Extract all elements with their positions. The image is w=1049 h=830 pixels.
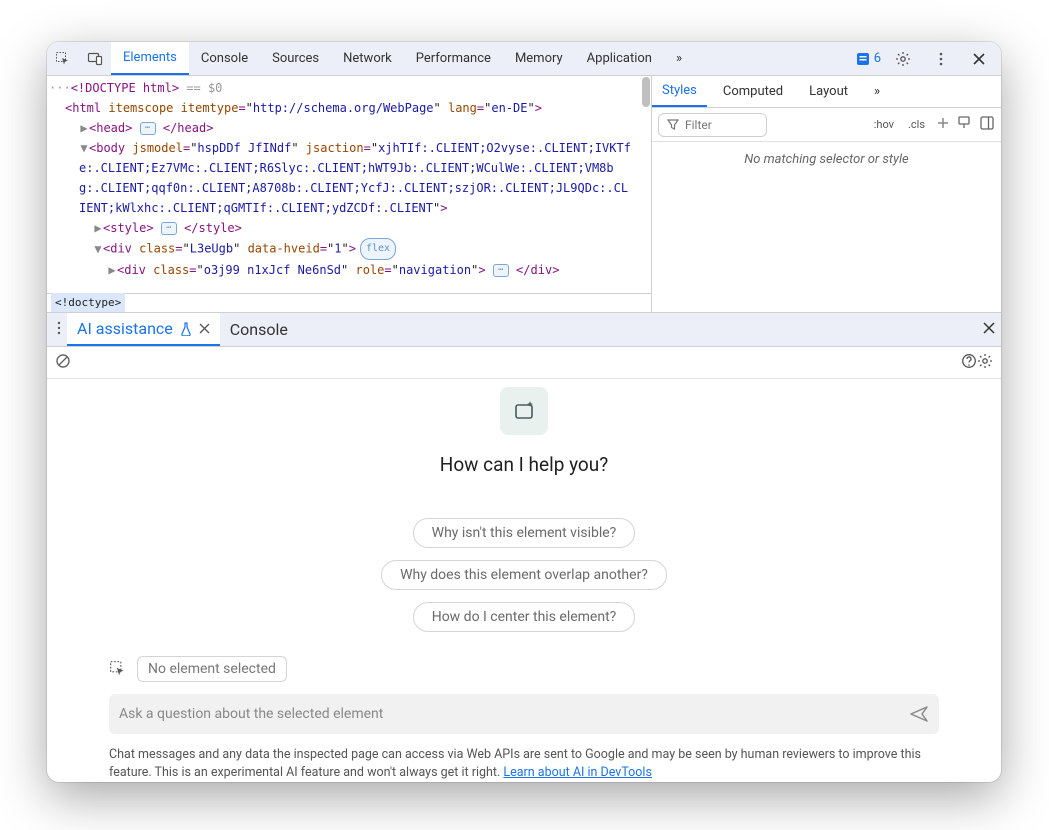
chip-visibility[interactable]: Why isn't this element visible? <box>413 518 636 548</box>
close-tab-icon[interactable] <box>199 323 210 334</box>
sparkle-icon <box>500 387 548 435</box>
ai-headline: How can I help you? <box>440 453 608 476</box>
cls-button[interactable]: .cls <box>904 116 929 133</box>
no-styles-msg: No matching selector or style <box>652 142 1001 177</box>
chip-overlap[interactable]: Why does this element overlap another? <box>381 560 667 590</box>
tab-elements[interactable]: Elements <box>111 42 189 75</box>
chip-center[interactable]: How do I center this element? <box>413 602 636 632</box>
ai-toolbar <box>47 347 1001 379</box>
drawer-kebab-icon[interactable] <box>51 320 67 340</box>
ai-body: How can I help you? Why isn't this eleme… <box>47 379 1001 646</box>
body-node[interactable]: ▼<body jsmodel="hspDDf JfINdf" jsaction=… <box>49 138 647 218</box>
help-icon[interactable] <box>961 353 977 373</box>
paint-icon[interactable] <box>957 115 973 135</box>
html-node[interactable]: <html itemscope itemtype="http://schema.… <box>49 98 647 118</box>
ai-bottom: No element selected Ask a question about… <box>47 646 1001 738</box>
ai-disclaimer: Chat messages and any data the inspected… <box>47 738 1001 782</box>
filter-input[interactable]: Filter <box>658 113 767 137</box>
elements-tree[interactable]: ···<!DOCTYPE html> == $0 <html itemscope… <box>47 76 652 312</box>
ai-input[interactable]: Ask a question about the selected elemen… <box>109 694 939 734</box>
tab-computed[interactable]: Computed <box>713 76 793 107</box>
close-icon[interactable] <box>965 45 993 73</box>
tab-sources[interactable]: Sources <box>260 42 331 75</box>
hov-button[interactable]: :hov <box>870 116 898 133</box>
new-style-icon[interactable] <box>935 115 951 135</box>
issues-badge[interactable]: 6 <box>856 51 881 66</box>
styles-tabs: Styles Computed Layout » <box>652 76 1001 108</box>
ai-pane: How can I help you? Why isn't this eleme… <box>47 347 1001 782</box>
devtools-window: Elements Console Sources Network Perform… <box>47 42 1001 782</box>
tab-styles[interactable]: Styles <box>652 76 707 107</box>
device-toggle-icon[interactable] <box>81 45 109 73</box>
styles-sidebar: Styles Computed Layout » Filter :hov .cl… <box>652 76 1001 312</box>
flask-icon <box>179 322 193 336</box>
ai-suggestions: Why isn't this element visible? Why does… <box>381 518 667 632</box>
ellipsis-icon[interactable]: ⋯ <box>140 122 156 135</box>
tab-more[interactable]: » <box>864 76 890 107</box>
kebab-icon[interactable] <box>927 45 955 73</box>
elements-split: ···<!DOCTYPE html> == $0 <html itemscope… <box>47 76 1001 313</box>
learn-link[interactable]: Learn about AI in DevTools <box>503 765 652 780</box>
div-node-2[interactable]: ▶<div class="o3j99 n1xJcf Ne6nSd" role="… <box>49 260 647 280</box>
tab-console[interactable]: Console <box>189 42 260 75</box>
ai-settings-icon[interactable] <box>977 353 993 373</box>
breadcrumb[interactable]: <!doctype> <box>47 293 651 312</box>
doctype-node[interactable]: <!DOCTYPE html> <box>71 81 179 95</box>
scrollbar[interactable] <box>641 76 651 312</box>
ellipsis-icon[interactable]: ⋯ <box>493 264 509 277</box>
send-icon[interactable] <box>909 704 929 724</box>
main-toolbar: Elements Console Sources Network Perform… <box>47 42 1001 76</box>
tab-layout[interactable]: Layout <box>799 76 858 107</box>
issues-count: 6 <box>874 51 881 66</box>
no-element-pill[interactable]: No element selected <box>137 656 287 682</box>
tab-network[interactable]: Network <box>331 42 404 75</box>
pick-element-icon[interactable] <box>109 660 127 678</box>
inspect-icon[interactable] <box>49 45 77 73</box>
tab-ai-assistance[interactable]: AI assistance <box>67 313 220 346</box>
block-icon[interactable] <box>55 353 71 373</box>
main-tabs: Elements Console Sources Network Perform… <box>111 42 856 75</box>
tab-memory[interactable]: Memory <box>503 42 575 75</box>
ellipsis-icon[interactable]: ⋯ <box>161 222 177 235</box>
close-drawer-icon[interactable] <box>981 320 997 340</box>
flex-badge[interactable]: flex <box>360 238 396 260</box>
panel-icon[interactable] <box>979 115 995 135</box>
head-node[interactable]: ▶<head> ⋯ </head> <box>49 118 647 138</box>
tab-drawer-console[interactable]: Console <box>220 313 298 346</box>
settings-icon[interactable] <box>889 45 917 73</box>
tab-application[interactable]: Application <box>575 42 664 75</box>
tab-more[interactable]: » <box>664 42 694 75</box>
style-node[interactable]: ▶<style> ⋯ </style> <box>49 218 647 238</box>
styles-filter-row: Filter :hov .cls <box>652 108 1001 142</box>
drawer-tabs: AI assistance Console <box>47 313 1001 347</box>
div-node-1[interactable]: ▼<div class="L3eUgb" data-hveid="1">flex <box>49 238 647 260</box>
filter-icon <box>667 119 679 131</box>
tab-performance[interactable]: Performance <box>404 42 503 75</box>
